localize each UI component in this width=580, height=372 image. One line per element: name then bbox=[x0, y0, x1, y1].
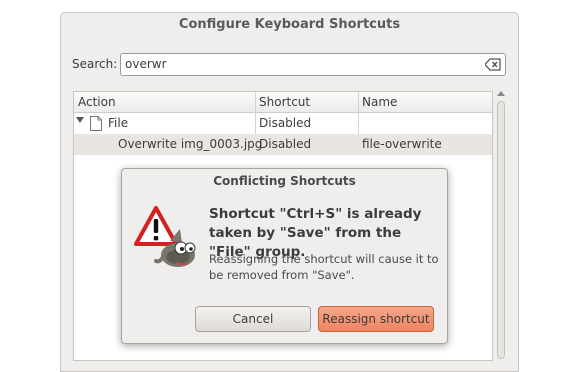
scroll-up-icon[interactable] bbox=[497, 91, 505, 96]
action-cell: Overwrite img_0003.jpg bbox=[118, 137, 263, 151]
table-row[interactable]: File Disabled bbox=[74, 113, 492, 134]
cancel-button[interactable]: Cancel bbox=[195, 306, 311, 332]
column-header-name[interactable]: Name bbox=[362, 95, 397, 109]
search-value: overwr bbox=[125, 57, 167, 71]
search-input[interactable]: overwr bbox=[120, 53, 506, 76]
document-icon bbox=[90, 116, 102, 131]
table-scrollbar[interactable] bbox=[495, 91, 507, 361]
table-row-selected[interactable]: Overwrite img_0003.jpg Disabled file-ove… bbox=[74, 134, 492, 155]
table-header: Action Shortcut Name bbox=[74, 92, 492, 113]
window-title: Configure Keyboard Shortcuts bbox=[178, 17, 401, 32]
expander-down-icon[interactable] bbox=[76, 117, 84, 123]
reassign-shortcut-button[interactable]: Reassign shortcut bbox=[318, 306, 434, 332]
dialog-message: Reassigning the shortcut will cause it t… bbox=[209, 252, 439, 282]
column-header-shortcut[interactable]: Shortcut bbox=[259, 95, 310, 109]
column-header-action[interactable]: Action bbox=[78, 95, 116, 109]
warning-icon bbox=[134, 206, 196, 267]
conflicting-shortcuts-dialog: Conflicting Shortcuts Shortcut "Ctrl+S" … bbox=[121, 168, 448, 344]
clear-icon[interactable] bbox=[485, 58, 501, 71]
shortcut-cell[interactable]: Disabled bbox=[259, 137, 311, 151]
name-cell: file-overwrite bbox=[362, 137, 442, 151]
shortcut-cell[interactable]: Disabled bbox=[259, 116, 311, 130]
dialog-title: Conflicting Shortcuts bbox=[213, 174, 356, 188]
search-label: Search: bbox=[72, 57, 118, 71]
scroll-thumb[interactable] bbox=[497, 101, 505, 359]
action-cell: File bbox=[108, 116, 129, 130]
